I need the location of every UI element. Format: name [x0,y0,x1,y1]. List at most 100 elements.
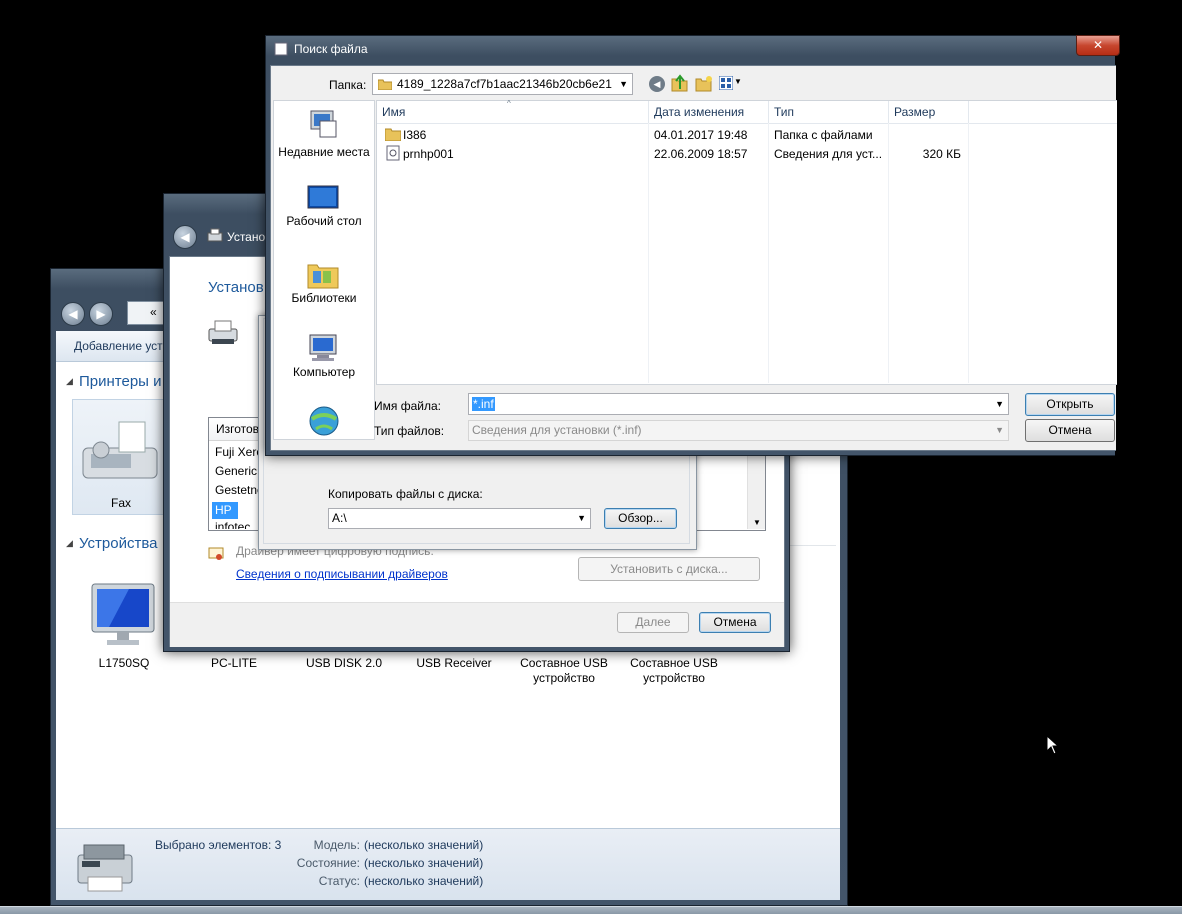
manufacturer-item-selected[interactable]: HP [212,502,238,519]
computer-icon [309,334,337,361]
filename-value[interactable]: *.inf [472,397,495,411]
view-icon [719,76,733,90]
multifunction-printer-icon [77,844,133,892]
filetype-value: Сведения для установки (*.inf) [472,423,642,437]
folder-icon [378,79,392,90]
filename-combo[interactable]: *.inf ▼ [468,393,1009,415]
filename-label: Имя файла: [374,399,441,413]
device-label[interactable]: USB Receiver [404,656,504,671]
file-row[interactable]: I386 04.01.2017 19:48 Папка с файлами [377,125,969,144]
printers-section-header: Принтеры и [79,373,162,390]
setup-info-file-icon [386,145,400,161]
file-dialog-client: Папка: 4189_1228a7cf7b1aac21346b20cb6e21… [270,65,1117,451]
place-label: Рабочий стол [286,214,362,228]
device-tile-l1750sq[interactable]: L1750SQ [74,581,174,671]
manufacturer-header-label: Изготов [216,422,260,436]
file-type: Папка с файлами [774,128,873,142]
wizard-title: Устано [227,230,266,244]
state-label: Состояние: [296,856,360,870]
close-icon: ✕ [1092,38,1104,52]
chevron-down-icon[interactable]: ▼ [619,74,628,94]
browse-button[interactable]: Обзор... [604,508,677,529]
place-network[interactable] [274,401,374,439]
file-name: I386 [403,128,427,142]
file-row[interactable]: prnhp001 22.06.2009 18:57 Сведения для у… [377,144,969,163]
column-header-type[interactable]: Тип [769,101,889,123]
column-header-label: Размер [894,105,936,119]
column-header-filler [969,101,1117,124]
chevron-down-icon[interactable]: ▼ [995,421,1004,440]
printers-section-toggle[interactable]: ◢ [66,376,73,387]
next-button[interactable]: Далее [617,612,689,633]
view-menu-button[interactable]: ▼ [719,75,743,91]
fax-label: Fax [110,496,131,510]
disk-path-combo[interactable]: A:\ ▼ [328,508,591,529]
file-dialog-title: Поиск файла [294,42,368,56]
selected-count: Выбрано элементов: 3 [155,838,282,852]
wizard-footer: Далее Отмена [170,602,784,647]
folder-value: 4189_1228a7cf7b1aac21346b20cb6e21db4( [397,77,612,91]
open-button[interactable]: Открыть [1025,393,1115,416]
back-button[interactable]: ◀ [61,302,85,326]
details-pane: Выбрано элементов: 3 Модель: (несколько … [56,828,840,900]
file-date: 04.01.2017 19:48 [654,128,748,142]
place-recent[interactable]: Недавние места [274,107,374,175]
column-header-size[interactable]: Размер [889,101,969,123]
device-label[interactable]: PC-LITE [184,656,284,671]
device-label[interactable]: USB DISK 2.0 [294,656,394,671]
have-disk-button[interactable]: Установить с диска... [578,557,760,581]
devices-section-toggle[interactable]: ◢ [66,538,73,549]
dialog-icon [274,42,288,56]
column-header-name[interactable]: Имя ^ [377,99,649,123]
place-label: Недавние места [278,145,370,159]
column-header-label: Имя [382,105,406,119]
place-label: Компьютер [292,365,356,379]
filetype-combo[interactable]: Сведения для установки (*.inf) ▼ [468,420,1009,441]
device-label[interactable]: Составное USB устройство [624,656,724,686]
fax-icon [82,421,158,479]
wizard-heading: Установ [208,279,264,296]
close-button[interactable]: ✕ [1076,35,1120,56]
chevron-down-icon[interactable]: ▼ [995,394,1004,414]
status-value: (несколько значений) [364,874,484,888]
desktop-icon [307,185,339,209]
file-cancel-button[interactable]: Отмена [1025,419,1115,442]
file-date: 22.06.2009 18:57 [654,147,748,161]
place-label: Библиотеки [291,291,357,305]
scroll-down-icon[interactable]: ▼ [753,518,761,527]
recent-places-icon [310,110,337,138]
column-header-date[interactable]: Дата изменения [649,101,769,123]
device-label: L1750SQ [98,656,150,670]
device-label[interactable]: Составное USB устройство [514,656,614,686]
file-type: Сведения для уст... [774,147,883,161]
chevron-down-icon[interactable]: ▼ [577,509,586,528]
state-value: (несколько значений) [364,856,484,870]
column-header-label: Тип [774,105,795,119]
network-icon [309,406,339,436]
forward-button[interactable]: ▶ [89,302,113,326]
fax-device-tile[interactable]: Fax [72,399,170,515]
back-icon[interactable]: ◀ [649,76,665,92]
sort-up-icon: ^ [507,99,511,108]
driver-signing-link[interactable]: Сведения о подписывании драйверов [236,567,448,581]
folder-label: Папка: [329,78,367,92]
wizard-cancel-button[interactable]: Отмена [699,612,771,633]
wizard-back-button[interactable]: ◀ [173,225,197,249]
folder-combo[interactable]: 4189_1228a7cf7b1aac21346b20cb6e21db4( ▼ [372,73,633,95]
file-list-view[interactable]: Имя ^ Дата изменения Тип Размер I386 04.… [376,99,1117,385]
new-folder-icon[interactable] [695,74,713,92]
column-header-label: Дата изменения [654,105,745,119]
place-computer[interactable]: Компьютер [274,329,374,391]
folder-icon [385,128,401,141]
model-value: (несколько значений) [364,838,484,852]
add-device-toolbar-item[interactable]: Добавление устр [74,339,169,353]
place-libraries[interactable]: Библиотеки [274,255,374,317]
file-open-dialog: Поиск файла ✕ Папка: 4189_1228a7cf7b1aac… [265,35,1120,456]
up-folder-icon[interactable] [671,74,689,92]
certificate-icon [208,547,224,560]
manufacturer-item[interactable]: infotec [215,520,250,529]
place-desktop[interactable]: Рабочий стол [274,181,374,241]
printer-icon [207,228,223,242]
manufacturer-item[interactable]: Generic [215,464,257,478]
monitor-icon [91,583,155,645]
